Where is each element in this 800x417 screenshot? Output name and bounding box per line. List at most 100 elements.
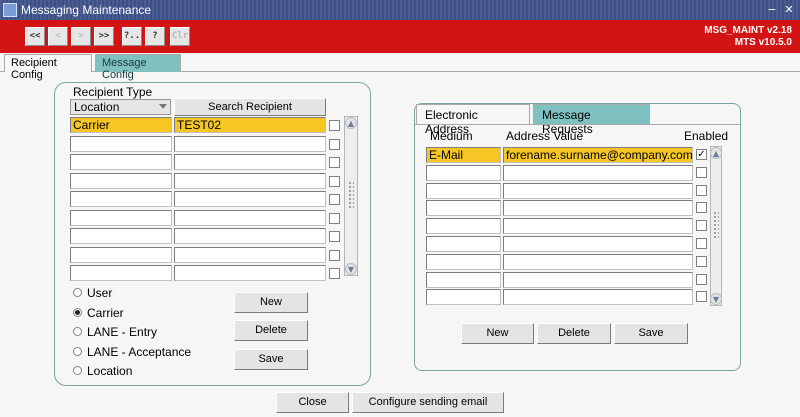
- recipient-id-cell[interactable]: [174, 209, 326, 226]
- configure-sending-email-button[interactable]: Configure sending email: [352, 392, 504, 413]
- recipient-id-cell[interactable]: [174, 246, 326, 263]
- row-checkbox[interactable]: [329, 249, 340, 261]
- scroll-down-icon[interactable]: ▼: [345, 263, 357, 275]
- row-checkbox[interactable]: [329, 175, 340, 187]
- address-value-cell[interactable]: [503, 218, 693, 235]
- toolbar: << < > >>?..? Clr MSG_MAINT v2.18 MTS v10.5.…: [0, 20, 800, 53]
- enabled-checkbox[interactable]: ✓: [696, 149, 707, 160]
- minimize-icon[interactable]: −: [765, 3, 779, 17]
- scroll-grip-icon[interactable]: [348, 181, 354, 209]
- address-value-cell[interactable]: forename.surname@company.com: [503, 147, 693, 163]
- scroll-up-icon[interactable]: ▲: [345, 117, 357, 129]
- recipient-type-cell[interactable]: Carrier: [70, 117, 172, 133]
- row-checkbox[interactable]: [329, 157, 340, 168]
- address-medium-cell[interactable]: [426, 218, 501, 235]
- recipient-delete-button[interactable]: Delete: [234, 320, 308, 341]
- last-record-button[interactable]: >>: [94, 27, 114, 46]
- address-value-cell[interactable]: [503, 236, 693, 252]
- address-value-cell[interactable]: [503, 253, 693, 270]
- address-medium-cell[interactable]: [426, 182, 501, 199]
- row-checkbox[interactable]: [329, 212, 340, 224]
- recipient-type-dropdown[interactable]: Location: [70, 99, 171, 115]
- close-icon[interactable]: ✕: [782, 3, 796, 17]
- enabled-checkbox[interactable]: [696, 184, 707, 196]
- recipient-id-cell[interactable]: [174, 172, 326, 189]
- enabled-checkbox[interactable]: [696, 291, 707, 303]
- row-checkbox[interactable]: [329, 268, 340, 279]
- chevron-down-icon: [159, 104, 167, 109]
- enabled-checkbox[interactable]: [696, 273, 707, 285]
- close-button[interactable]: Close: [276, 392, 349, 413]
- enabled-checkbox[interactable]: [696, 238, 707, 249]
- row-checkbox[interactable]: [329, 231, 340, 242]
- recipient-type-cell[interactable]: [70, 246, 172, 263]
- radio-button[interactable]: [73, 288, 82, 297]
- address-save-button[interactable]: Save: [614, 323, 688, 344]
- recipient-type-cell[interactable]: [70, 228, 172, 244]
- subtab-baseline: [415, 124, 740, 125]
- recipient-new-button[interactable]: New: [234, 292, 308, 313]
- recipient-id-cell[interactable]: [174, 154, 326, 170]
- radio-label: Location: [87, 364, 133, 378]
- window-title: Messaging Maintenance: [21, 3, 152, 17]
- recipient-id-cell[interactable]: [174, 228, 326, 244]
- address-value-cell[interactable]: [503, 271, 693, 288]
- address-value-cell[interactable]: [503, 164, 693, 181]
- address-medium-cell[interactable]: [426, 253, 501, 270]
- enabled-checkbox[interactable]: [696, 220, 707, 232]
- recipient-id-cell[interactable]: [174, 135, 326, 152]
- row-checkbox[interactable]: [329, 194, 340, 205]
- address-new-button[interactable]: New: [461, 323, 534, 344]
- enabled-checkbox[interactable]: [696, 255, 707, 267]
- scroll-up-icon[interactable]: ▲: [710, 147, 722, 159]
- radio-button[interactable]: [73, 327, 82, 336]
- tab-electronic-address[interactable]: Electronic Address: [416, 104, 530, 136]
- recipient-id-cell[interactable]: [174, 265, 326, 281]
- enabled-checkbox[interactable]: [696, 202, 707, 214]
- radio-button[interactable]: [73, 346, 82, 356]
- radio-label: Carrier: [87, 305, 124, 320]
- radio-button[interactable]: [73, 366, 82, 375]
- tab-message-config[interactable]: Message Config: [95, 54, 181, 81]
- recipient-type-cell[interactable]: [70, 172, 172, 189]
- recipient-scrollbar[interactable]: ▲ ▼: [344, 116, 358, 276]
- address-medium-cell[interactable]: [426, 236, 501, 252]
- tab-message-requests[interactable]: Message Requests: [533, 104, 650, 136]
- version-system: MTS v10.5.0: [734, 37, 792, 48]
- address-medium-cell[interactable]: [426, 271, 501, 288]
- recipient-type-cell[interactable]: [70, 135, 172, 152]
- address-value-cell[interactable]: [503, 182, 693, 199]
- recipient-type-label: Recipient Type: [73, 85, 153, 99]
- column-enabled: Enabled: [684, 129, 729, 143]
- recipient-id-cell[interactable]: TEST02: [174, 117, 326, 133]
- address-delete-button[interactable]: Delete: [537, 323, 611, 344]
- address-medium-cell[interactable]: [426, 200, 501, 217]
- address-scrollbar[interactable]: ▲ ▼: [710, 146, 722, 306]
- recipient-id-cell[interactable]: [174, 191, 326, 207]
- address-medium-cell[interactable]: [426, 164, 501, 181]
- previous-record-button[interactable]: <: [48, 27, 68, 46]
- row-checkbox[interactable]: [329, 120, 340, 131]
- clear-button[interactable]: Clr: [170, 27, 190, 46]
- tab-recipient-config[interactable]: Recipient Config: [4, 54, 92, 81]
- scroll-down-icon[interactable]: ▼: [710, 293, 722, 305]
- recipient-type-cell[interactable]: [70, 265, 172, 281]
- recipient-type-cell[interactable]: [70, 191, 172, 207]
- address-value-cell[interactable]: [503, 200, 693, 217]
- help-button[interactable]: ?: [145, 27, 165, 46]
- title-bar: Messaging Maintenance − ✕: [0, 0, 800, 20]
- scroll-grip-icon[interactable]: [713, 211, 719, 239]
- recipient-save-button[interactable]: Save: [234, 349, 308, 370]
- address-medium-cell[interactable]: E-Mail: [426, 147, 501, 163]
- first-record-button[interactable]: <<: [25, 27, 45, 46]
- row-checkbox[interactable]: [329, 138, 340, 150]
- recipient-type-cell[interactable]: [70, 209, 172, 226]
- recipient-type-cell[interactable]: [70, 154, 172, 170]
- address-value-cell[interactable]: [503, 289, 693, 306]
- query-button[interactable]: ?..: [122, 27, 142, 46]
- enabled-checkbox[interactable]: [696, 166, 707, 178]
- address-medium-cell[interactable]: [426, 289, 501, 306]
- search-recipient-button[interactable]: Search Recipient: [174, 98, 326, 116]
- radio-button[interactable]: [73, 307, 82, 317]
- next-record-button[interactable]: >: [71, 27, 91, 46]
